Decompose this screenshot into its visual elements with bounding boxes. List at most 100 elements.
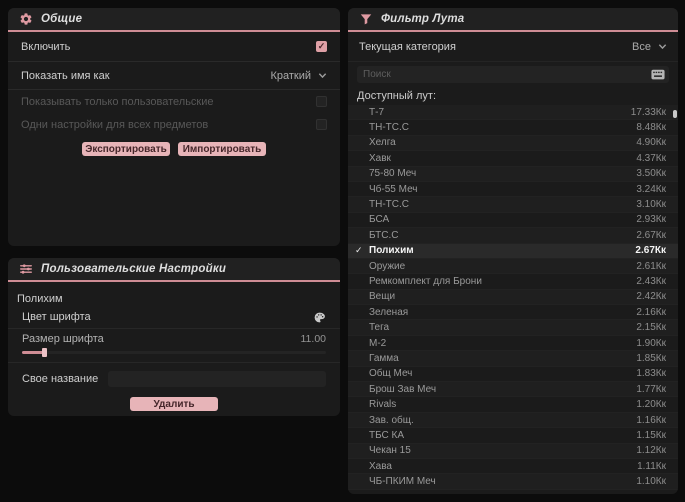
item-value: 4.90Кк [636, 137, 666, 149]
list-item[interactable]: Чб-55 Меч 3.24Кк [348, 182, 678, 198]
list-item[interactable]: ✓ Полихим 2.67Кк [348, 243, 678, 259]
enable-checkbox[interactable]: ✓ [316, 41, 327, 52]
row-custom-name: Свое название [8, 363, 340, 394]
list-item[interactable]: БТС.С 2.67Кк [348, 228, 678, 244]
export-import-row: Экспортировать Импортировать [8, 142, 340, 156]
item-name: ТН-ТС.С [369, 122, 409, 134]
selected-item-name-row: Полихим [8, 291, 340, 306]
selected-item-name: Полихим [17, 292, 63, 305]
list-item[interactable]: Хелга 4.90Кк [348, 136, 678, 152]
item-value: 1.16Кк [636, 414, 666, 426]
item-name: ТН-ТС.С [369, 199, 409, 211]
scrollbar-thumb[interactable] [673, 110, 677, 118]
search-row [348, 62, 678, 87]
export-button[interactable]: Экспортировать [82, 142, 170, 156]
item-name: Брош Зав Меч [369, 383, 437, 395]
list-item[interactable]: Общ Меч 1.83Кк [348, 367, 678, 383]
item-name: Хелга [369, 137, 396, 149]
item-value: 1.10Кк [636, 476, 666, 488]
only-custom-checkbox[interactable] [316, 96, 327, 107]
row-same-settings: Одни настройки для всех предметов [8, 113, 340, 136]
list-item[interactable]: БСА 2.93Кк [348, 213, 678, 229]
search-input[interactable] [357, 69, 651, 80]
row-display-name: Показать имя как Краткий [8, 62, 340, 90]
chevron-down-icon [658, 42, 667, 51]
slider-handle[interactable] [42, 348, 47, 357]
list-item[interactable]: Ремкомплект для Брони 2.43Кк [348, 274, 678, 290]
delete-button[interactable]: Удалить [130, 397, 218, 411]
list-item[interactable]: М-2 1.90Кк [348, 336, 678, 352]
palette-icon[interactable] [313, 311, 326, 324]
list-item[interactable]: Зеленая 2.16Кк [348, 305, 678, 321]
check-icon: ✓ [355, 245, 363, 256]
list-item[interactable]: Хава 1.11Кк [348, 459, 678, 475]
enable-label: Включить [21, 40, 71, 53]
list-item[interactable]: ЧБ-ПКИМ Меч 1.10Кк [348, 474, 678, 490]
panel-loot-filter: Фильтр Лута Текущая категория Все Доступ… [348, 8, 678, 494]
list-item[interactable]: 75-80 Меч 3.50Кк [348, 167, 678, 182]
row-enable: Включить ✓ [8, 32, 340, 62]
row-font-size: Размер шрифта 11.00 [8, 329, 340, 363]
panel-general-title: Общие [41, 13, 83, 25]
custom-name-input[interactable] [108, 370, 326, 387]
delete-row: Удалить [8, 397, 340, 411]
font-size-slider[interactable] [22, 348, 326, 357]
category-value: Все [632, 40, 651, 53]
row-category: Текущая категория Все [348, 32, 678, 62]
display-name-value: Краткий [270, 69, 311, 82]
item-name: Чб-55 Меч [369, 183, 418, 195]
item-name: Ремкомплект для Брони [369, 275, 482, 287]
row-font-color: Цвет шрифта [8, 306, 340, 329]
item-value: 1.83Кк [636, 368, 666, 380]
item-name: ТБС КА [369, 429, 405, 441]
category-label: Текущая категория [359, 40, 456, 53]
item-name: М-2 [369, 337, 387, 349]
item-value: 1.90Кк [636, 337, 666, 349]
search-box [357, 66, 669, 83]
panel-custom-header: Пользовательские Настройки [8, 258, 340, 282]
item-value: 3.50Кк [636, 168, 666, 180]
list-item[interactable]: Хавк 4.37Кк [348, 151, 678, 167]
only-custom-label: Показывать только пользовательские [21, 95, 214, 108]
item-value: 2.67Кк [635, 245, 666, 257]
sliders-icon [19, 262, 33, 276]
list-item[interactable]: Брош Зав Меч 1.77Кк [348, 382, 678, 398]
list-item[interactable]: Вещи 2.42Кк [348, 290, 678, 306]
panel-filter-title: Фильтр Лута [381, 13, 465, 25]
list-item[interactable]: ТН-ТС.С 3.10Кк [348, 197, 678, 213]
chevron-down-icon [318, 71, 327, 80]
item-value: 1.85Кк [636, 352, 666, 364]
list-item[interactable]: ТН-ТС.С 8.48Кк [348, 120, 678, 136]
item-value: 2.15Кк [636, 322, 666, 334]
list-item[interactable]: Гамма 1.85Кк [348, 351, 678, 367]
panel-general-header: Общие [8, 8, 340, 32]
keyboard-icon[interactable] [651, 69, 665, 80]
item-name: Чекан 15 [369, 445, 411, 457]
list-item[interactable]: Оружие 2.61Кк [348, 259, 678, 275]
custom-name-label: Свое название [22, 372, 99, 385]
list-item[interactable]: ТБС КА 1.15Кк [348, 428, 678, 444]
list-item[interactable]: Чекан 15 1.12Кк [348, 444, 678, 459]
loot-list: Т-7 17.33Кк ТН-ТС.С 8.48Кк Хелга 4.90Кк Хавк 4.… [348, 105, 678, 494]
item-value: 8.48Кк [636, 122, 666, 134]
list-item[interactable]: Т-7 17.33Кк [348, 105, 678, 121]
item-value: 17.33Кк [630, 106, 666, 118]
app-window: Общие Включить ✓ Показать имя как Кратки… [0, 0, 685, 502]
list-item[interactable]: Тега 2.15Кк [348, 320, 678, 336]
item-value: 1.15Кк [636, 429, 666, 441]
item-value: 1.11Кк [637, 460, 666, 472]
item-value: 2.16Кк [636, 306, 666, 318]
import-button[interactable]: Импортировать [178, 142, 266, 156]
list-item[interactable]: Rivals 1.20Кк [348, 397, 678, 413]
gear-icon [19, 12, 33, 26]
category-dropdown[interactable]: Все [632, 41, 667, 53]
list-item[interactable]: Зав. общ. 1.16Кк [348, 413, 678, 429]
display-name-dropdown[interactable]: Краткий [270, 70, 327, 82]
row-only-custom: Показывать только пользовательские [8, 90, 340, 113]
item-value: 2.42Кк [636, 291, 666, 303]
slider-fill [22, 351, 44, 354]
item-name: Rivals [369, 399, 397, 411]
funnel-icon [359, 12, 373, 26]
item-value: 1.20Кк [636, 399, 666, 411]
same-settings-checkbox[interactable] [316, 119, 327, 130]
